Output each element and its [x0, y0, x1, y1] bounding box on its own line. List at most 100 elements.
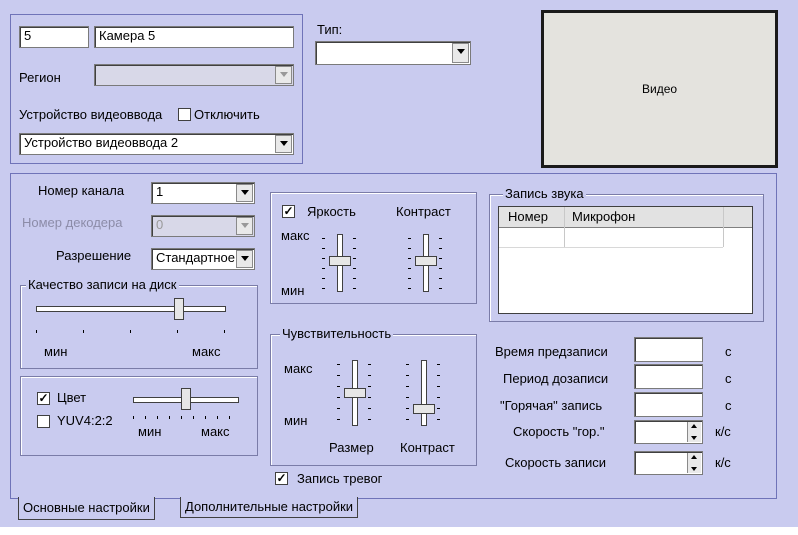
- spinner-arrows-icon[interactable]: [687, 453, 701, 473]
- camera-id-field[interactable]: 5: [19, 26, 89, 48]
- region-dropdown[interactable]: [94, 64, 294, 86]
- tick: [217, 416, 218, 419]
- tick: [322, 278, 325, 279]
- tick: [368, 419, 371, 420]
- color-max-label: макс: [201, 424, 230, 439]
- tick: [224, 330, 225, 333]
- prerec-label: Время предзаписи: [495, 344, 608, 359]
- spinner-arrows-icon[interactable]: [687, 422, 701, 442]
- tick: [337, 386, 340, 387]
- postrec-field[interactable]: [634, 364, 703, 389]
- tick: [322, 268, 325, 269]
- color-checkbox[interactable]: ✓: [37, 392, 50, 405]
- speed-label: Скорость записи: [505, 455, 607, 470]
- column-divider: [723, 207, 724, 247]
- resolution-value: Стандартное: [156, 250, 235, 265]
- tick: [439, 278, 442, 279]
- contrast-label: Контраст: [396, 204, 451, 219]
- tick: [439, 268, 442, 269]
- prerec-field[interactable]: [634, 337, 703, 362]
- tick: [368, 408, 371, 409]
- tick: [337, 397, 340, 398]
- quality-min-label: мин: [44, 344, 68, 359]
- chevron-down-icon[interactable]: [236, 184, 253, 202]
- contrast-slider-thumb[interactable]: [415, 256, 437, 266]
- quality-max-label: макс: [192, 344, 221, 359]
- sens-contrast-slider-thumb[interactable]: [413, 404, 435, 414]
- tick: [406, 386, 409, 387]
- tick: [337, 419, 340, 420]
- tick: [437, 419, 440, 420]
- color-min-label: мин: [138, 424, 162, 439]
- audio-col-microphone[interactable]: Микрофон: [572, 209, 635, 225]
- row-divider: [499, 247, 723, 248]
- channel-label: Номер канала: [38, 183, 125, 198]
- tick: [145, 416, 146, 419]
- tab-extra-settings[interactable]: Дополнительные настройки: [180, 497, 359, 518]
- hot-field[interactable]: [634, 392, 703, 417]
- channel-value: 1: [156, 184, 164, 199]
- tick: [322, 238, 325, 239]
- tick: [408, 268, 411, 269]
- tick: [368, 386, 371, 387]
- tick: [169, 416, 170, 419]
- tick: [353, 278, 356, 279]
- quality-slider-thumb[interactable]: [174, 298, 184, 320]
- sens-contrast-label: Контраст: [400, 440, 455, 455]
- speed-unit: к/с: [715, 455, 731, 470]
- tick: [177, 330, 178, 333]
- chevron-down-icon[interactable]: [275, 66, 292, 84]
- brightness-slider-thumb[interactable]: [329, 256, 351, 266]
- tick: [337, 375, 340, 376]
- type-dropdown[interactable]: [315, 41, 471, 65]
- tick: [408, 248, 411, 249]
- tick: [353, 288, 356, 289]
- hot-unit: с: [725, 398, 732, 413]
- camera-name-field[interactable]: Камера 5: [94, 26, 294, 48]
- tick: [193, 416, 194, 419]
- tick: [406, 375, 409, 376]
- chevron-down-icon[interactable]: [452, 43, 469, 63]
- channel-dropdown[interactable]: 1: [151, 182, 255, 204]
- sens-max-label: макс: [284, 361, 313, 376]
- color-slider-thumb[interactable]: [181, 388, 191, 410]
- tick: [408, 278, 411, 279]
- resolution-dropdown[interactable]: Стандартное: [151, 248, 255, 270]
- device-dropdown[interactable]: Устройство видеоввода 2: [19, 133, 294, 155]
- alarm-label: Запись тревог: [297, 471, 383, 486]
- type-label: Тип:: [317, 22, 343, 37]
- yuv-label: YUV4:2:2: [57, 413, 113, 428]
- tick: [368, 397, 371, 398]
- tick: [353, 238, 356, 239]
- audio-col-number[interactable]: Номер: [508, 209, 548, 225]
- tick: [406, 419, 409, 420]
- disable-checkbox[interactable]: [178, 108, 191, 121]
- size-slider-thumb[interactable]: [344, 388, 366, 398]
- video-label: Видео: [642, 82, 678, 96]
- chevron-down-icon[interactable]: [236, 217, 253, 235]
- tick: [439, 248, 442, 249]
- brightness-checkbox[interactable]: ✓: [282, 205, 295, 218]
- yuv-checkbox[interactable]: [37, 415, 50, 428]
- hotspeed-field[interactable]: [634, 420, 703, 444]
- tick: [337, 364, 340, 365]
- chevron-down-icon[interactable]: [236, 250, 253, 268]
- chevron-down-icon[interactable]: [275, 135, 292, 153]
- tick: [437, 386, 440, 387]
- device-label: Устройство видеоввода: [19, 107, 163, 122]
- tick: [437, 364, 440, 365]
- sens-contrast-slider-track[interactable]: [421, 360, 427, 426]
- tab-basic-settings[interactable]: Основные настройки: [18, 497, 155, 520]
- tick: [157, 416, 158, 419]
- hot-label: "Горячая" запись: [500, 398, 603, 413]
- tick: [408, 258, 411, 259]
- postrec-label: Период дозаписи: [503, 371, 609, 386]
- sensitivity-group-title: Чувствительность: [280, 326, 394, 342]
- speed-field[interactable]: [634, 451, 703, 475]
- tick: [368, 375, 371, 376]
- alarm-checkbox[interactable]: ✓: [275, 472, 288, 485]
- color-label: Цвет: [57, 390, 87, 405]
- decoder-dropdown[interactable]: 0: [151, 215, 255, 237]
- quality-slider-track[interactable]: [36, 306, 226, 312]
- decoder-label: Номер декодера: [22, 215, 123, 230]
